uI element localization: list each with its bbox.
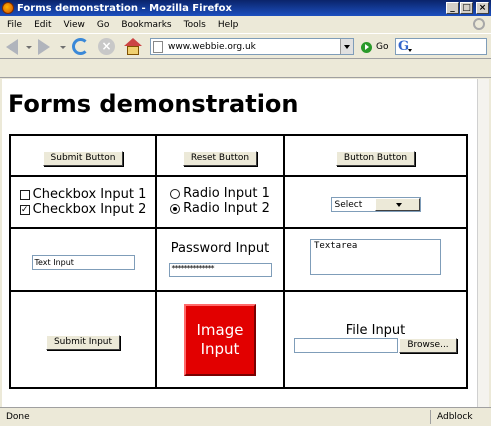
file-input: Browse...: [294, 337, 457, 353]
forward-arrow-icon[interactable]: [38, 39, 50, 55]
menu-help[interactable]: Help: [218, 20, 239, 30]
radio-1[interactable]: [170, 188, 181, 199]
stop-icon[interactable]: ×: [98, 38, 115, 55]
image-input-line-2: Input: [200, 339, 240, 358]
radio-row-1[interactable]: Radio Input 1: [170, 186, 270, 201]
window-title: Forms demonstration - Mozilla Firefox: [17, 2, 232, 14]
cell-submit-button: Submit Button: [9, 134, 157, 177]
search-box[interactable]: G: [395, 38, 487, 55]
checkbox-row-1[interactable]: Checkbox Input 1: [19, 187, 147, 202]
bookmarks-toolbar: [0, 59, 491, 78]
menu-bar: File Edit View Go Bookmarks Tools Help: [0, 16, 491, 33]
adblock-status[interactable]: Adblock: [430, 410, 480, 424]
file-input-label: File Input: [345, 322, 406, 338]
cell-reset-button: Reset Button: [155, 134, 285, 177]
cell-button-button: Button Button: [283, 134, 468, 177]
submit-input[interactable]: Submit Input: [45, 335, 121, 350]
browse-button[interactable]: Browse...: [399, 337, 457, 353]
radio-1-label: Radio Input 1: [183, 186, 270, 202]
menu-go[interactable]: Go: [97, 20, 109, 30]
cell-textarea: Textarea: [283, 227, 468, 292]
checkbox-row-2[interactable]: ✓ Checkbox Input 2: [19, 202, 147, 217]
minimize-button[interactable]: _: [446, 2, 459, 14]
radio-2-label: Radio Input 2: [183, 201, 270, 217]
address-text: www.webbie.org.uk: [168, 41, 256, 52]
forward-history-dropdown-icon[interactable]: [60, 46, 66, 49]
cell-radios: Radio Input 1 Radio Input 2: [155, 175, 285, 229]
checkbox-1[interactable]: [19, 189, 30, 200]
password-label: Password Input: [170, 241, 270, 256]
vertical-scrollbar[interactable]: [477, 79, 489, 407]
submit-button[interactable]: Submit Button: [42, 151, 124, 166]
go-label[interactable]: Go: [376, 42, 388, 52]
firefox-icon: [2, 2, 14, 14]
search-engine-dropdown-icon[interactable]: [408, 49, 412, 52]
throbber-icon: [473, 18, 485, 30]
back-history-dropdown-icon[interactable]: [26, 46, 32, 49]
status-text: Done: [6, 412, 30, 422]
cell-text-input: Text Input: [9, 227, 157, 292]
go-icon[interactable]: [361, 42, 372, 53]
cell-image-input: Image Input: [155, 290, 285, 389]
select-dropdown[interactable]: Select: [330, 197, 421, 213]
cell-select: Select: [283, 175, 468, 229]
close-button[interactable]: ×: [476, 2, 489, 14]
radio-row-2[interactable]: Radio Input 2: [170, 201, 270, 216]
checkbox-2[interactable]: ✓: [19, 204, 30, 215]
cell-file-input: File Input Browse...: [283, 290, 468, 389]
maximize-button[interactable]: □: [460, 2, 473, 14]
forms-table: Submit Button Reset Button Button Button…: [9, 134, 468, 389]
page-title: Forms demonstration: [8, 90, 299, 118]
menu-file[interactable]: File: [7, 20, 22, 30]
home-icon[interactable]: [124, 38, 142, 55]
textarea[interactable]: Textarea: [310, 239, 441, 275]
reset-button[interactable]: Reset Button: [182, 151, 258, 166]
navigation-toolbar: × www.webbie.org.uk Go G: [0, 33, 491, 59]
back-arrow-icon[interactable]: [6, 39, 18, 55]
select-dropdown-icon[interactable]: [374, 198, 420, 212]
address-dropdown-icon[interactable]: [340, 39, 353, 54]
select-value: Select: [334, 199, 363, 210]
cell-submit-input: Submit Input: [9, 290, 157, 389]
text-input[interactable]: Text Input: [31, 254, 135, 270]
image-input-line-1: Image: [196, 320, 244, 339]
checkbox-2-label: Checkbox Input 2: [32, 202, 147, 217]
password-input[interactable]: **************: [168, 263, 272, 277]
checkbox-1-label: Checkbox Input 1: [32, 187, 147, 202]
cell-checkboxes: Checkbox Input 1 ✓ Checkbox Input 2: [9, 175, 157, 229]
menu-tools[interactable]: Tools: [184, 20, 206, 30]
page-content: Forms demonstration Submit Button Reset …: [2, 79, 477, 407]
image-input[interactable]: Image Input: [184, 303, 256, 376]
menu-bookmarks[interactable]: Bookmarks: [121, 20, 171, 30]
cell-password-input: Password Input **************: [155, 227, 285, 292]
menu-view[interactable]: View: [64, 20, 85, 30]
radio-2[interactable]: [170, 203, 181, 214]
address-bar[interactable]: www.webbie.org.uk: [150, 38, 354, 55]
reload-icon[interactable]: [72, 38, 89, 55]
menu-edit[interactable]: Edit: [34, 20, 51, 30]
window-controls: _ □ ×: [446, 2, 489, 14]
button-button[interactable]: Button Button: [335, 151, 416, 166]
status-bar: Done Adblock: [0, 407, 491, 426]
page-icon: [153, 40, 163, 53]
window-titlebar: Forms demonstration - Mozilla Firefox _ …: [0, 0, 491, 16]
file-path-field[interactable]: [294, 337, 399, 353]
